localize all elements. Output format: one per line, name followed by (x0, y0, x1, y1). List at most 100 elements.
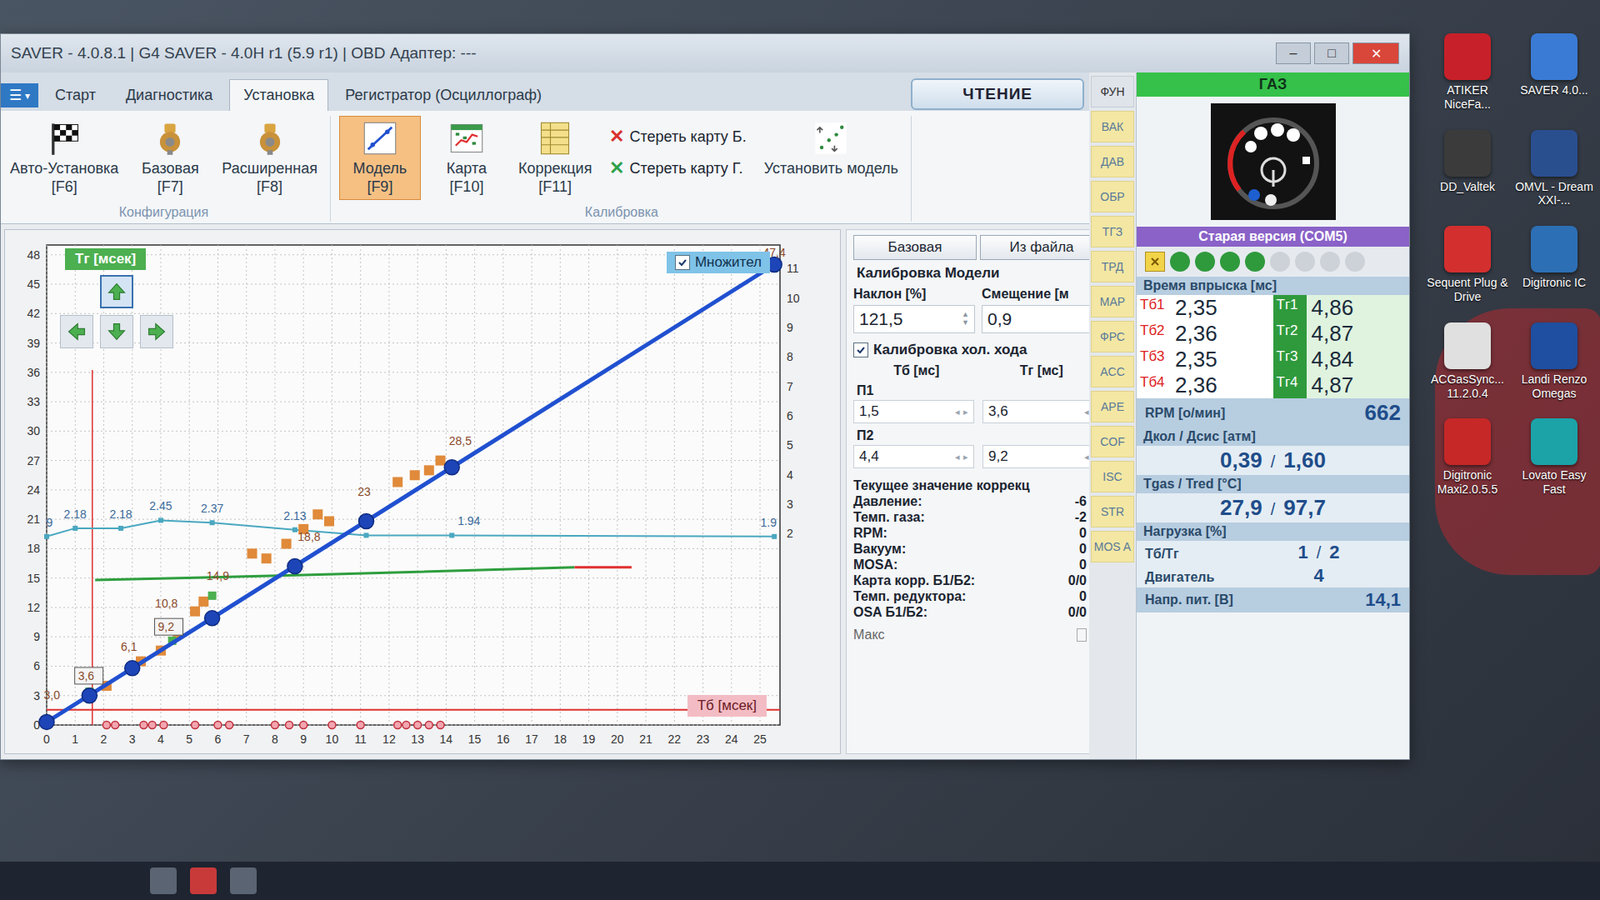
svg-text:16: 16 (496, 732, 510, 746)
svg-text:27: 27 (26, 454, 40, 468)
side-button[interactable]: MAP (1090, 285, 1135, 318)
window-control-button[interactable]: □ (1314, 42, 1350, 65)
nav-button[interactable] (100, 275, 134, 309)
svg-text:18: 18 (554, 732, 568, 746)
ribbon-button[interactable]: Расширенная[F8] (215, 115, 324, 200)
ribbon: Авто-Установка[F6]Базовая[F7]Расширенная… (0, 110, 1090, 225)
desktop-shortcut[interactable]: Digitronic Maxi2.0.5.5 (1426, 418, 1509, 497)
side-button[interactable]: ФРС (1090, 320, 1135, 353)
tab[interactable]: Регистратор (Осциллограф) (331, 80, 555, 111)
svg-text:15: 15 (26, 571, 40, 585)
calibration-field: Смещение [м0,9▲▼ (981, 286, 1104, 334)
erase-map-button[interactable]: ✕Стереть карту Б. (609, 125, 746, 148)
side-button[interactable]: APE (1090, 390, 1135, 423)
desktop-shortcut[interactable]: OMVL - Dream XXI-... (1513, 130, 1595, 209)
nav-button[interactable] (100, 315, 134, 349)
side-button[interactable]: ОБР (1090, 180, 1135, 213)
status-indicator (1195, 251, 1215, 272)
svg-text:6: 6 (786, 409, 794, 423)
window-control-button[interactable]: – (1275, 42, 1311, 65)
menu-button[interactable]: ☰▾ (0, 83, 39, 108)
nav-button[interactable] (60, 315, 94, 349)
correction-row: MOSA:0 (853, 557, 1104, 573)
ribbon-group: Модель[F9]Карта[F10]Коррекция[F11] ✕Стере… (339, 115, 912, 222)
svg-text:12: 12 (382, 732, 396, 746)
desktop-shortcut[interactable]: ATIKER NiceFa... (1426, 33, 1509, 112)
side-button[interactable]: ISC (1090, 460, 1135, 493)
ribbon-button[interactable]: Модель[F9] (339, 115, 421, 200)
check-icon (677, 257, 688, 268)
switch-gauge-icon (1210, 103, 1336, 220)
calibration-source-button[interactable]: Из файла (980, 235, 1104, 260)
tab[interactable]: Диагностика (112, 80, 226, 111)
status-indicator (1320, 251, 1340, 272)
desktop-shortcut[interactable]: Digitronic IC (1513, 225, 1595, 305)
x-axis-label: Тб [мсек] (687, 695, 767, 717)
ribbon-button[interactable]: Базовая[F7] (129, 115, 211, 200)
svg-text:5: 5 (786, 438, 794, 452)
side-button[interactable]: ФУН (1090, 75, 1135, 108)
app-icon (1530, 418, 1578, 465)
taskbar (0, 861, 1600, 900)
svg-text:14,9: 14,9 (206, 569, 230, 583)
number-input[interactable]: 121,5▲▼ (853, 305, 975, 334)
desktop-shortcut[interactable]: SAVER 4.0... (1513, 33, 1595, 112)
calibration-source-button[interactable]: Базовая (853, 235, 977, 260)
side-button[interactable]: ТГЗ (1090, 215, 1135, 248)
side-button[interactable]: ВАК (1090, 110, 1135, 143)
desktop-shortcut[interactable]: Sequent Plug & Drive (1426, 225, 1509, 305)
svg-text:2.37: 2.37 (200, 501, 224, 515)
indicator-row (1136, 246, 1410, 277)
max-row: Макс (853, 627, 1104, 643)
svg-text:4: 4 (786, 468, 794, 482)
app-icon (1444, 33, 1491, 80)
svg-text:6: 6 (33, 660, 40, 674)
calibration-field: Наклон [%]121,5▲▼ (853, 286, 975, 334)
taskbar-app-icon[interactable] (230, 867, 257, 895)
ribbon-group-label: Калибровка (585, 200, 659, 222)
side-button[interactable]: ДАВ (1090, 145, 1135, 178)
erase-map-button[interactable]: ✕Стереть карту Г. (609, 157, 746, 180)
taskbar-app-icon[interactable] (150, 867, 177, 895)
model-chart-icon (361, 120, 399, 157)
number-input[interactable]: 0,9▲▼ (981, 305, 1104, 334)
svg-text:21: 21 (639, 732, 653, 746)
svg-text:10,8: 10,8 (155, 596, 178, 610)
chart-nav (60, 275, 174, 349)
side-button[interactable]: ACC (1090, 355, 1135, 388)
tab[interactable]: Установка (229, 79, 329, 111)
side-button[interactable]: STR (1090, 495, 1135, 528)
ribbon-button[interactable]: Карта[F10] (425, 115, 508, 200)
multiplier-checkbox[interactable]: Множител (666, 251, 770, 274)
side-button[interactable]: MOS A (1090, 530, 1135, 563)
app-icon (1444, 418, 1491, 465)
tab[interactable]: Старт (41, 80, 110, 111)
load-row: Тб/Тг1/2 (1136, 540, 1410, 565)
desktop-shortcut[interactable]: DD_Valtek (1426, 130, 1509, 209)
window-control-button[interactable]: ✕ (1352, 42, 1400, 65)
side-button[interactable]: ТРД (1090, 250, 1135, 283)
idle-calibration-checkbox[interactable]: Калибровка хол. хода (853, 341, 1104, 359)
nav-button[interactable] (140, 315, 174, 349)
svg-text:20: 20 (610, 732, 625, 746)
model-chart[interactable]: 0369121518212427303336394245480123456789… (10, 233, 810, 750)
side-button[interactable]: COF (1090, 425, 1135, 458)
petrol-time-input[interactable]: 1,5◂▸ (853, 400, 975, 424)
rpm-row: RPM [о/мин]662 (1136, 398, 1410, 428)
gas-time-input[interactable]: 3,6◂▸ (982, 400, 1104, 424)
desktop-shortcut[interactable]: Lovato Easy Fast (1513, 418, 1595, 497)
install-model-button[interactable]: Установить модель (758, 115, 905, 183)
cross-icon (1149, 255, 1161, 268)
app-icon (1530, 225, 1578, 273)
ribbon-button[interactable]: Коррекция[F11] (512, 115, 599, 200)
desktop-shortcut[interactable]: ACGasSync... 11.2.0.4 (1426, 322, 1509, 401)
gas-time-input[interactable]: 9,2◂▸ (982, 445, 1104, 469)
svg-text:9: 9 (33, 630, 40, 644)
read-button[interactable]: ЧТЕНИЕ (910, 78, 1085, 110)
desktop-shortcut[interactable]: Landi Renzo Omegas (1513, 322, 1595, 401)
petrol-time-input[interactable]: 4,4◂▸ (853, 445, 975, 469)
ribbon-button[interactable]: Авто-Установка[F6] (4, 115, 125, 200)
taskbar-app-icon[interactable] (190, 867, 217, 895)
ribbon-group-label: Конфигурация (119, 200, 209, 222)
arrow-up-icon (105, 280, 128, 303)
